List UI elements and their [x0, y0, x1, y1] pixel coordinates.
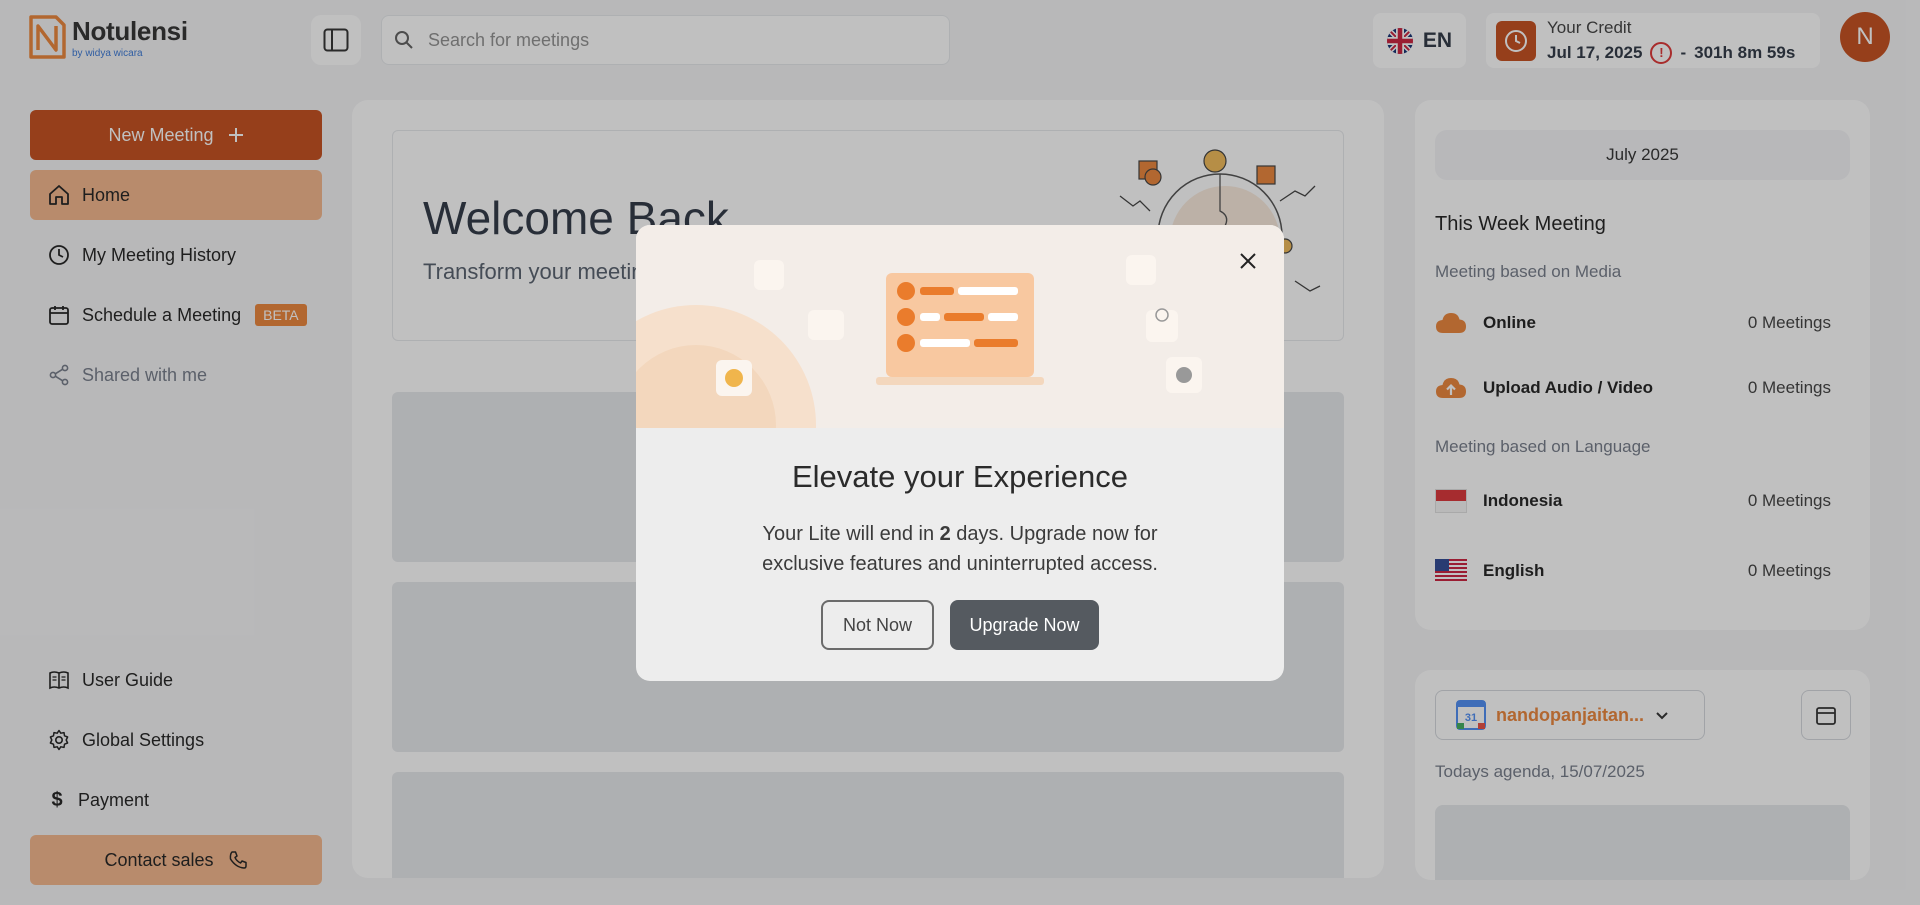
modal-desc-before: Your Lite will end in — [762, 523, 940, 545]
close-button[interactable] — [1234, 247, 1262, 275]
modal-actions: Not Now Upgrade Now — [636, 600, 1284, 650]
upgrade-modal: Elevate your Experience Your Lite will e… — [636, 225, 1284, 681]
modal-days: 2 — [939, 523, 951, 545]
modal-banner — [636, 225, 1284, 428]
close-icon — [1240, 253, 1256, 269]
modal-title: Elevate your Experience — [791, 459, 1129, 494]
not-now-button[interactable]: Not Now — [821, 600, 934, 650]
upgrade-illustration-icon — [636, 255, 1202, 428]
upgrade-now-button[interactable]: Upgrade Now — [950, 600, 1099, 650]
modal-description: Your Lite will end in 2 days. Upgrade no… — [730, 519, 1190, 579]
